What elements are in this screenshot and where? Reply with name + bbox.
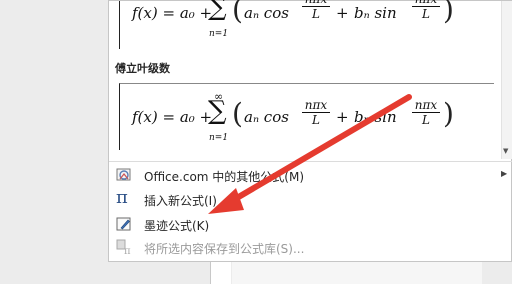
annotation-arrow-icon — [208, 94, 412, 214]
